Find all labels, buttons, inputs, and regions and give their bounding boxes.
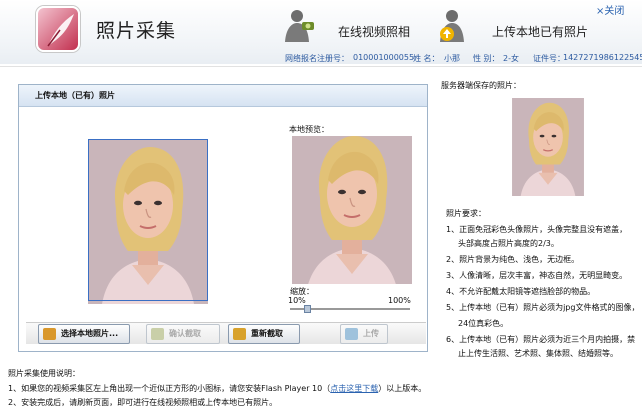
header-divider	[0, 66, 642, 67]
server-photo-heading: 服务器端保存的照片：	[441, 81, 521, 90]
requirements-title: 照片要求：	[446, 209, 486, 218]
app-logo	[36, 6, 80, 52]
preview-label: 本地预览：	[289, 125, 329, 134]
select-photo-button[interactable]: 选择本地照片...	[38, 324, 130, 344]
tab-upload-local-label: 上传本地已有照片	[492, 25, 589, 39]
reg-number-value: 010001000055	[353, 53, 415, 62]
name-value: 小那	[444, 54, 460, 63]
confirm-crop-button[interactable]: 确认截取	[146, 324, 220, 344]
name-label: 姓 名：	[413, 54, 440, 63]
requirement-5: 5、上传本地（已有）照片必须为jpg文件格式的图像，	[446, 303, 640, 312]
zoom-slider-handle[interactable]	[304, 305, 311, 313]
close-button[interactable]: ×关闭	[596, 2, 624, 17]
upload-panel-title: 上传本地（已有）照片	[19, 85, 427, 107]
upload-icon	[345, 328, 358, 340]
instruction-1: 1、如果您的视频采集区左上角出现一个近似正方形的小图标，请您安装Flash Pl…	[8, 384, 427, 393]
server-photo	[512, 98, 584, 196]
requirement-1: 1、正面免冠彩色头像照片，头像完整且没有遮盖，	[446, 225, 628, 234]
requirement-1b: 头部高度占照片高度的2/3。	[458, 239, 559, 248]
tab-online-video[interactable]: 在线视频照相	[280, 8, 420, 44]
applicant-info: 网络报名注册号： 010001000055 姓 名： 小那 性 别： 2-女 证…	[0, 53, 642, 65]
preview-photo	[292, 136, 412, 284]
reg-number-label: 网络报名注册号：	[285, 54, 349, 63]
recrop-button[interactable]: 重新截取	[228, 324, 300, 344]
id-number-label: 证件号：	[533, 54, 565, 63]
instruction-2: 2、安装完成后，请刷新页面，即可进行在线视频照相或上传本地已有照片。	[8, 398, 278, 407]
gender-label: 性 别：	[473, 54, 500, 63]
camera-person-icon	[285, 10, 314, 42]
feather-pen-icon	[47, 14, 74, 47]
zoom-max-label: 100%	[388, 296, 411, 305]
requirement-6b: 止上传生活照、艺术照、集体照、结婚照等。	[458, 349, 618, 358]
upload-button[interactable]: 上传	[340, 324, 388, 344]
upload-person-icon	[440, 10, 464, 42]
zoom-min-label: 10%	[288, 296, 306, 305]
folder-icon	[43, 328, 56, 340]
instructions-title: 照片采集使用说明：	[8, 369, 80, 378]
requirement-6: 6、上传本地（已有）照片必须为近三个月内拍摄，禁	[446, 335, 636, 344]
gender-value: 2-女	[503, 54, 519, 63]
tab-online-video-label: 在线视频照相	[338, 25, 411, 39]
page-title: 照片采集	[96, 20, 177, 42]
flash-download-link[interactable]: 点击这里下载	[330, 384, 378, 393]
crop-x-icon	[233, 328, 246, 340]
requirement-4: 4、不允许配戴太阳镜等遮挡脸部的物品。	[446, 287, 596, 296]
requirement-5b: 24位真彩色。	[458, 319, 509, 328]
tab-upload-local[interactable]: 上传本地已有照片	[434, 8, 588, 44]
requirement-3: 3、人像清晰，层次丰富，神态自然，无明显畸变。	[446, 271, 628, 280]
id-number-value: 142727198612254587	[563, 53, 642, 62]
requirement-2: 2、照片背景为纯色、浅色，无边框。	[446, 255, 580, 264]
crop-check-icon	[151, 328, 164, 340]
crop-selection-box[interactable]	[88, 139, 208, 301]
